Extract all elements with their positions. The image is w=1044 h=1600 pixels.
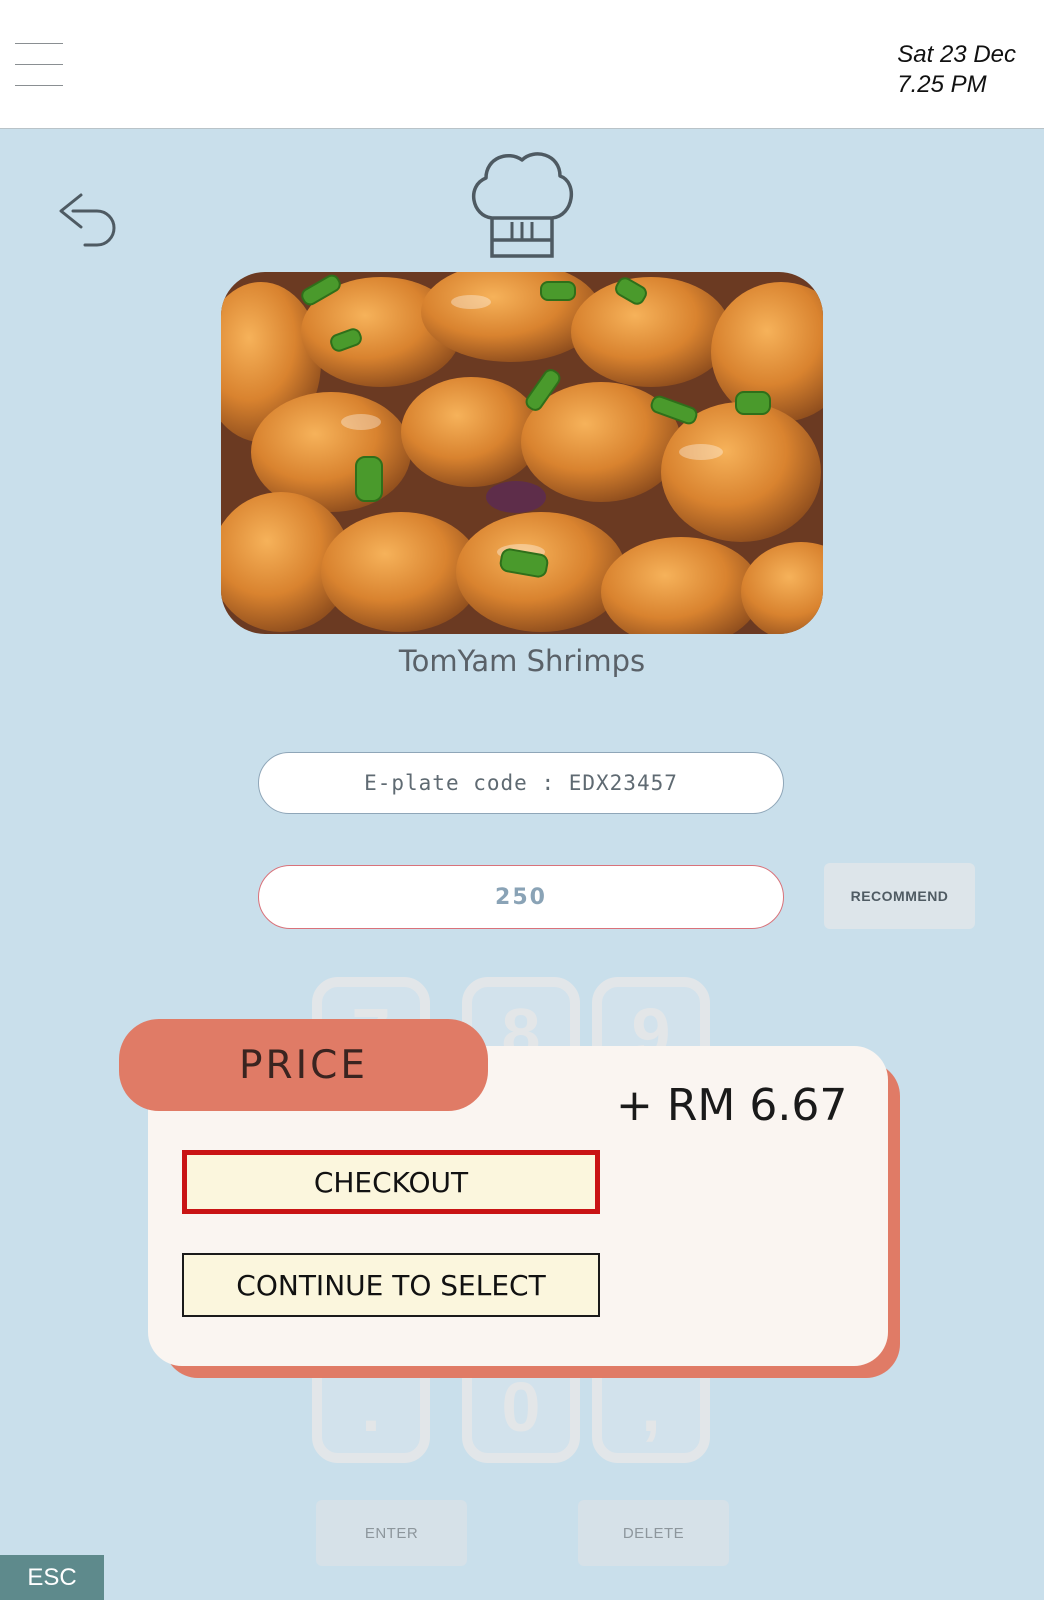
hamburger-menu-icon[interactable] <box>15 42 63 86</box>
menu-line <box>15 64 63 65</box>
menu-line <box>15 43 63 44</box>
eplate-code-field: E-plate code : EDX23457 <box>258 752 784 814</box>
enter-button[interactable]: ENTER <box>316 1500 467 1566</box>
back-arrow-icon[interactable] <box>55 185 121 251</box>
time-label: 7.25 PM <box>897 71 987 98</box>
delete-button[interactable]: DELETE <box>578 1500 729 1566</box>
menu-line <box>15 85 63 86</box>
recommend-button[interactable]: RECOMMEND <box>824 863 975 929</box>
date-label: Sat 23 Dec <box>897 41 1016 68</box>
dish-name: TomYam Shrimps <box>398 644 646 678</box>
continue-to-select-button[interactable]: CONTINUE TO SELECT <box>182 1253 600 1317</box>
top-bar: Sat 23 Dec 7.25 PM <box>0 0 1044 129</box>
chef-hat-icon <box>464 146 580 262</box>
price-title: PRICE <box>119 1019 488 1111</box>
checkout-button[interactable]: CHECKOUT <box>182 1150 600 1214</box>
dish-photo <box>221 272 823 634</box>
weight-input[interactable]: 250 <box>258 865 784 929</box>
date-time: Sat 23 Dec 7.25 PM <box>897 40 1016 100</box>
esc-button[interactable]: ESC <box>0 1555 104 1600</box>
price-amount: + RM 6.67 <box>616 1080 848 1131</box>
